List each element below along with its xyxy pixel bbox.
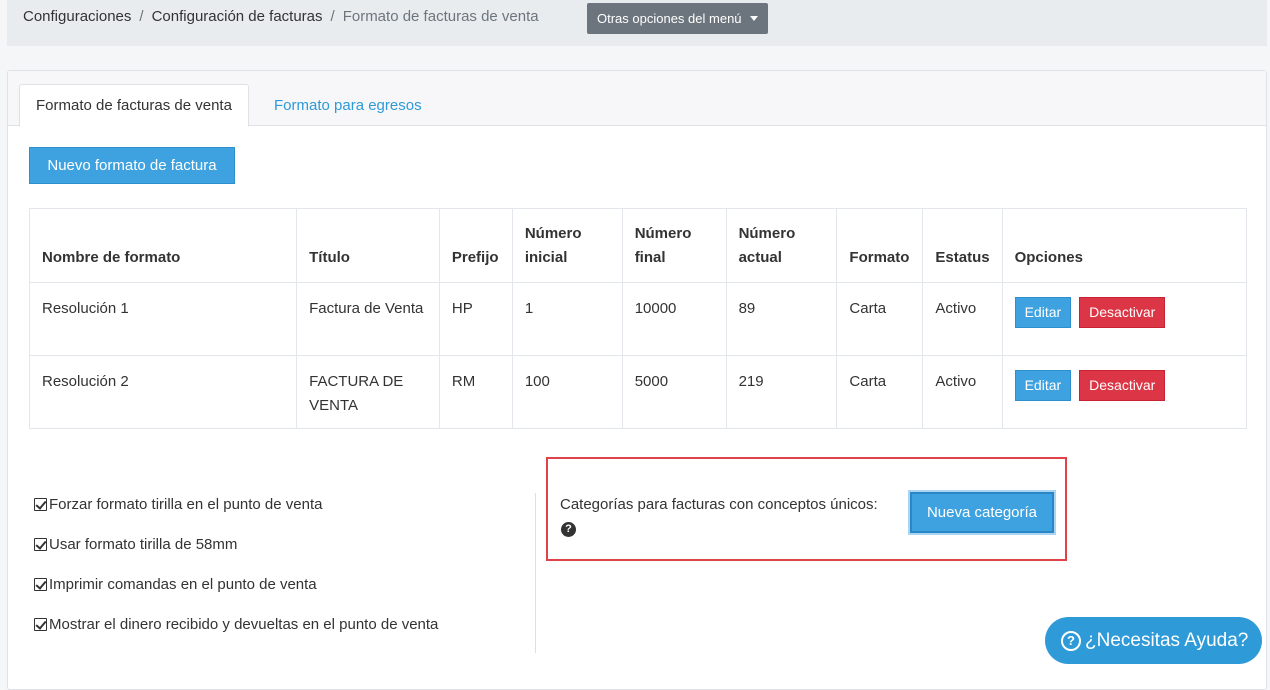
header-titulo: Título xyxy=(296,208,440,283)
checkbox-checked-icon[interactable] xyxy=(34,538,47,551)
deactivate-button[interactable]: Desactivar xyxy=(1079,297,1166,328)
formats-table: Nombre de formato Título Prefijo Número … xyxy=(28,208,1248,429)
edit-button[interactable]: Editar xyxy=(1014,297,1072,328)
cell-formato: Carta xyxy=(836,282,924,356)
cell-final: 5000 xyxy=(621,355,727,429)
help-chat-button[interactable]: ? ¿Necesitas Ayuda? xyxy=(1045,617,1262,664)
cell-inicial: 1 xyxy=(511,282,623,356)
checkbox-checked-icon[interactable] xyxy=(34,618,47,631)
deactivate-button[interactable]: Desactivar xyxy=(1079,370,1166,401)
table-row: Resolución 2 FACTURA DE VENTA RM 100 500… xyxy=(28,355,1248,429)
cell-prefijo: HP xyxy=(438,282,513,356)
header-formato: Formato xyxy=(836,208,924,283)
cell-actual: 219 xyxy=(725,355,838,429)
cell-titulo: FACTURA DE VENTA xyxy=(296,355,440,429)
main-card: Formato de facturas de venta Formato par… xyxy=(7,70,1267,690)
cell-inicial: 100 xyxy=(511,355,623,429)
cell-opciones: Editar Desactivar xyxy=(1001,355,1248,429)
menu-button-label: Otras opciones del menú xyxy=(597,11,742,26)
caret-down-icon xyxy=(749,16,758,21)
cell-estatus: Activo xyxy=(922,282,1003,356)
header-estatus: Estatus xyxy=(922,208,1003,283)
cell-estatus: Activo xyxy=(922,355,1003,429)
checkbox-force-receipt-format[interactable]: Forzar formato tirilla en el punto de ve… xyxy=(34,496,322,513)
breadcrumb-item-configuracion-facturas[interactable]: Configuración de facturas xyxy=(152,8,323,25)
cell-actual: 89 xyxy=(725,282,838,356)
checkbox-show-cash-change[interactable]: Mostrar el dinero recibido y devueltas e… xyxy=(34,616,438,633)
new-invoice-format-button[interactable]: Nuevo formato de factura xyxy=(29,147,235,184)
cell-titulo: Factura de Venta xyxy=(296,282,440,356)
header-prefijo: Prefijo xyxy=(438,208,513,283)
breadcrumb-current: Formato de facturas de venta xyxy=(342,8,539,25)
checkbox-label: Usar formato tirilla de 58mm xyxy=(49,536,238,553)
table-header-row: Nombre de formato Título Prefijo Número … xyxy=(28,208,1248,283)
checkbox-print-orders[interactable]: Imprimir comandas en el punto de venta xyxy=(34,576,317,593)
checkbox-label: Forzar formato tirilla en el punto de ve… xyxy=(49,496,323,513)
header-numero-actual: Número actual xyxy=(725,208,838,283)
checkbox-checked-icon[interactable] xyxy=(34,498,47,511)
cell-nombre: Resolución 2 xyxy=(28,355,298,429)
checkbox-58mm-format[interactable]: Usar formato tirilla de 58mm xyxy=(34,536,237,553)
question-circle-icon: ? xyxy=(1061,630,1081,651)
tab-expenses-format[interactable]: Formato para egresos xyxy=(258,84,438,126)
cell-nombre: Resolución 1 xyxy=(28,282,298,356)
cell-opciones: Editar Desactivar xyxy=(1001,282,1248,356)
header-numero-final: Número final xyxy=(621,208,727,283)
categories-label: Categorías para facturas con conceptos ú… xyxy=(560,496,878,513)
breadcrumb-separator: / xyxy=(330,8,335,25)
categories-highlight-box: Categorías para facturas con conceptos ú… xyxy=(546,457,1067,561)
edit-button[interactable]: Editar xyxy=(1014,370,1072,401)
other-menu-options-button[interactable]: Otras opciones del menú xyxy=(587,3,768,34)
cell-final: 10000 xyxy=(621,282,727,356)
checkbox-label: Imprimir comandas en el punto de venta xyxy=(49,576,317,593)
checkbox-checked-icon[interactable] xyxy=(34,578,47,591)
new-category-button[interactable]: Nueva categoría xyxy=(910,492,1054,533)
top-bar: Configuraciones / Configuración de factu… xyxy=(7,0,1267,46)
cell-formato: Carta xyxy=(836,355,924,429)
breadcrumb: Configuraciones / Configuración de factu… xyxy=(23,8,539,25)
tab-sales-invoice-format[interactable]: Formato de facturas de venta xyxy=(19,84,249,127)
breadcrumb-separator: / xyxy=(139,8,144,25)
help-chat-label: ¿Necesitas Ayuda? xyxy=(1085,629,1249,651)
table-row: Resolución 1 Factura de Venta HP 1 10000… xyxy=(28,282,1248,356)
checkbox-label: Mostrar el dinero recibido y devueltas e… xyxy=(49,616,439,633)
cell-prefijo: RM xyxy=(438,355,513,429)
header-numero-inicial: Número inicial xyxy=(511,208,623,283)
header-nombre: Nombre de formato xyxy=(28,208,298,283)
tab-bar: Formato de facturas de venta Formato par… xyxy=(8,71,1266,127)
breadcrumb-item-configuraciones[interactable]: Configuraciones xyxy=(23,8,131,25)
question-circle-icon[interactable]: ? xyxy=(561,522,576,537)
vertical-divider xyxy=(535,493,536,653)
header-opciones: Opciones xyxy=(1001,208,1248,283)
